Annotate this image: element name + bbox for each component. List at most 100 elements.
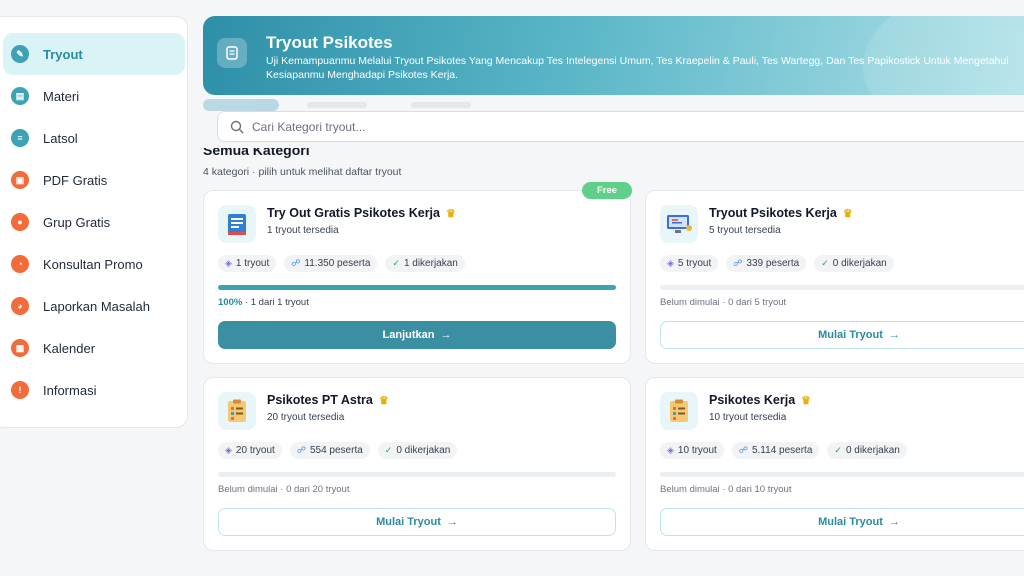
continue-button[interactable]: Lanjutkan → <box>218 321 616 349</box>
crown-icon: ♛ <box>378 394 389 407</box>
page-title: Tryout Psikotes <box>266 33 393 52</box>
card-title: Psikotes PT Astra ♛ <box>267 393 389 407</box>
crown-icon: ♛ <box>446 207 456 220</box>
category-card[interactable]: Psikotes PT Astra ♛ 20 tryout tersedia ◈ 2… <box>203 377 631 551</box>
card-title: Tryout Psikotes Kerja ♛ <box>709 206 853 220</box>
progress-fill <box>218 285 616 290</box>
sidebar: ✎ Tryout ▤ Materi ≡ Latsol ▣ PDF Gratis … <box>0 16 188 428</box>
start-tryout-button[interactable]: Mulai Tryout → <box>660 321 1024 349</box>
arrow-right-icon: → <box>440 329 452 341</box>
clipboard-icon: ✎ <box>11 45 29 63</box>
worksheet-icon <box>218 205 256 243</box>
sidebar-item-label: Informasi <box>43 382 97 398</box>
stat-tryout: ◈ 1 tryout <box>218 255 277 272</box>
sidebar-item-label: Konsultan Promo <box>43 256 143 272</box>
card-title: Try Out Gratis Psikotes Kerja ♛ <box>267 206 456 220</box>
crown-icon: ♛ <box>842 207 853 220</box>
sidebar-item-laporkan-masalah[interactable]: ◕ Laporkan Masalah <box>3 285 173 327</box>
stat-peserta: ☍ 554 peserta <box>289 442 370 459</box>
stat-peserta: ☍ 5.114 peserta <box>731 442 820 459</box>
search-bar[interactable] <box>217 111 1024 142</box>
check-circle-icon: ✓ <box>834 445 842 455</box>
sidebar-item-label: Latsol <box>43 130 78 146</box>
progress-bar <box>660 472 1024 477</box>
sidebar-item-kalender[interactable]: ▦ Kalender <box>3 327 173 369</box>
sidebar-item-label: PDF Gratis <box>43 172 108 188</box>
card-count: 20 tryout tersedia <box>267 412 345 423</box>
card-stats: ◈ 1 tryout ☍ 11.350 peserta ✓ 1 dikerjakan <box>218 255 465 272</box>
check-circle-icon: ✓ <box>384 445 393 455</box>
sidebar-item-pdf-gratis[interactable]: ▣ PDF Gratis <box>3 159 173 201</box>
crown-icon: ♛ <box>801 394 812 407</box>
stat-tryout: ◈ 20 tryout <box>218 442 282 459</box>
stat-peserta: ☍ 11.350 peserta <box>284 255 378 272</box>
category-card[interactable]: Free Try Out Gratis Psikotes Kerja ♛ 1 tr… <box>203 182 632 364</box>
section-title: Semua Kategori <box>203 142 310 158</box>
progress-text: Belum dimulai · 0 dari 20 tryout <box>218 484 350 495</box>
layers-icon: ◈ <box>667 258 674 268</box>
sidebar-item-label: Laporkan Masalah <box>43 298 150 314</box>
search-icon <box>230 120 244 134</box>
layers-icon: ◈ <box>667 445 674 455</box>
sidebar-item-latsol[interactable]: ≡ Latsol <box>3 117 173 159</box>
card-count: 1 tryout tersedia <box>267 225 339 236</box>
arrow-right-icon: → <box>446 516 458 528</box>
checklist-icon <box>660 392 698 430</box>
stat-peserta: ☍ 339 peserta <box>726 255 807 272</box>
arrow-right-icon: → <box>888 329 900 341</box>
monitor-icon <box>660 205 698 243</box>
users-icon: ☍ <box>733 258 743 268</box>
users-icon: ☍ <box>296 445 306 455</box>
chat-icon: ◔ <box>11 255 29 273</box>
document-icon: ≡ <box>11 129 29 147</box>
check-circle-icon: ✓ <box>392 258 400 268</box>
stat-dikerjakan: ✓ 1 dikerjakan <box>385 255 465 272</box>
users-icon: ☍ <box>738 445 748 455</box>
progress-bar <box>218 472 616 477</box>
section-subtitle: 4 kategori · pilih untuk melihat daftar … <box>203 166 402 178</box>
report-icon: ◕ <box>11 297 29 315</box>
card-stats: ◈ 20 tryout ☍ 554 peserta ✓ 0 dikerjakan <box>218 442 458 459</box>
stat-dikerjakan: ✓ 0 dikerjakan <box>377 442 458 459</box>
sidebar-item-label: Tryout <box>43 46 83 62</box>
category-card[interactable]: Tryout Psikotes Kerja ♛ 5 tryout tersedia… <box>645 190 1024 364</box>
arrow-right-icon: → <box>888 516 900 528</box>
card-count: 10 tryout tersedia <box>709 412 787 423</box>
sidebar-item-tryout[interactable]: ✎ Tryout <box>3 33 185 75</box>
progress-text: Belum dimulai · 0 dari 10 tryout <box>660 484 792 495</box>
search-input[interactable] <box>252 119 952 134</box>
tab-ghost[interactable] <box>411 102 471 108</box>
sidebar-item-label: Materi <box>43 88 80 104</box>
tab-ghost[interactable] <box>307 102 367 108</box>
card-title: Psikotes Kerja ♛ <box>709 393 812 407</box>
stat-tryout: ◈ 5 tryout <box>660 255 719 272</box>
sidebar-item-label: Grup Gratis <box>43 214 111 230</box>
clipboard-icon <box>217 38 247 68</box>
progress-bar <box>218 285 616 290</box>
sidebar-item-konsultan-promo[interactable]: ◔ Konsultan Promo <box>3 243 173 285</box>
calendar-icon: ▦ <box>11 339 29 357</box>
pdf-icon: ▣ <box>11 171 29 189</box>
stat-dikerjakan: ✓ 0 dikerjakan <box>827 442 907 459</box>
sidebar-item-grup-gratis[interactable]: ● Grup Gratis <box>3 201 173 243</box>
category-card[interactable]: Psikotes Kerja ♛ 10 tryout tersedia ◈ 10 t… <box>645 377 1024 551</box>
page-header-banner: Tryout Psikotes Uji Kemampuanmu Melalui … <box>203 16 1024 95</box>
checklist-icon <box>218 392 256 430</box>
layers-icon: ◈ <box>225 445 232 455</box>
users-icon: ☍ <box>291 258 301 268</box>
start-tryout-button[interactable]: Mulai Tryout → <box>660 508 1024 536</box>
stat-tryout: ◈ 10 tryout <box>660 442 724 459</box>
sidebar-item-informasi[interactable]: ! Informasi <box>3 369 173 411</box>
progress-bar <box>660 285 1024 290</box>
info-icon: ! <box>11 381 29 399</box>
start-tryout-button[interactable]: Mulai Tryout → <box>218 508 616 536</box>
progress-text: 100% · 1 dari 1 tryout <box>218 297 309 308</box>
card-stats: ◈ 10 tryout ☍ 5.114 peserta ✓ 0 dikerjakan <box>660 442 907 459</box>
sidebar-item-label: Kalender <box>43 340 96 356</box>
check-circle-icon: ✓ <box>821 258 829 268</box>
tab-active[interactable] <box>203 99 279 111</box>
stat-dikerjakan: ✓ 0 dikerjakan <box>814 255 894 272</box>
sidebar-item-materi[interactable]: ▤ Materi <box>3 75 173 117</box>
group-icon: ● <box>11 213 29 231</box>
card-stats: ◈ 5 tryout ☍ 339 peserta ✓ 0 dikerjakan <box>660 255 894 272</box>
